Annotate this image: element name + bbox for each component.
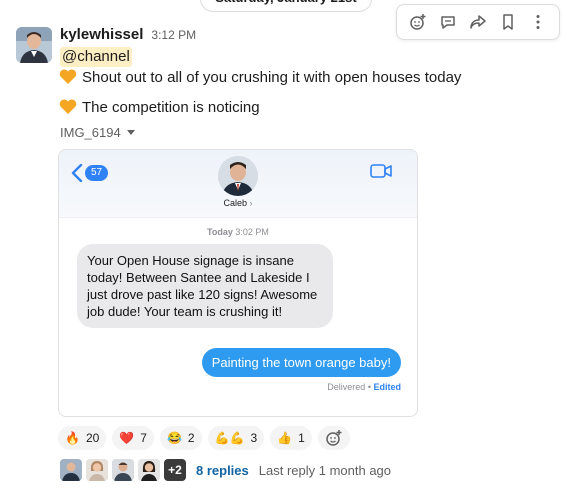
contact-name: Caleb ›	[59, 198, 417, 208]
edited-text: Edited	[373, 382, 401, 392]
add-reaction-icon[interactable]	[405, 9, 431, 35]
chevron-left-icon	[71, 164, 83, 182]
incoming-bubble: Your Open House signage is insane today!…	[77, 244, 333, 328]
message-text: The competition is noticing	[82, 98, 260, 116]
chevron-right-icon: ›	[249, 198, 253, 208]
thumbs-up-icon: 👍	[277, 431, 293, 445]
last-reply-text: Last reply 1 month ago	[258, 462, 392, 478]
reaction-joy[interactable]: 😂 2	[159, 426, 202, 450]
replies-link[interactable]: 8 replies	[196, 463, 249, 478]
username[interactable]: kylewhissel	[60, 26, 143, 43]
replier-avatar	[138, 459, 160, 481]
ios-chat-header: 57 Caleb ›	[59, 150, 417, 218]
reaction-count: 20	[85, 431, 100, 445]
unread-count-badge: 57	[85, 165, 109, 181]
laughing-icon: 😂	[166, 431, 182, 445]
reaction-count: 2	[187, 431, 195, 445]
replier-avatar	[86, 459, 108, 481]
message-line: The competition is noticing	[58, 97, 260, 117]
message-text: Shout out to all of you crushing it with…	[82, 68, 462, 86]
more-actions-icon[interactable]	[525, 9, 551, 35]
file-toggle[interactable]: IMG_6194	[60, 125, 135, 140]
flexed-biceps-icon: 💪💪	[214, 431, 245, 445]
reply-in-thread-icon[interactable]	[435, 9, 461, 35]
reaction-muscle[interactable]: 💪💪 3	[207, 426, 265, 450]
contact-name-text: Caleb	[223, 198, 247, 208]
message-timestamp[interactable]: 3:12 PM	[151, 28, 196, 42]
reaction-heart[interactable]: ❤️ 7	[112, 426, 154, 450]
reaction-fire[interactable]: 🔥 20	[58, 426, 107, 450]
timestamp-day: Today	[207, 227, 233, 237]
date-divider[interactable]: Saturday, January 21st	[200, 0, 372, 12]
delivered-text: Delivered	[327, 382, 366, 392]
fire-icon: 🔥	[65, 431, 80, 445]
caret-down-icon	[126, 129, 135, 135]
timestamp-time: 3:02 PM	[235, 227, 269, 237]
message-line: Shout out to all of you crushing it with…	[58, 67, 461, 87]
message-actions-toolbar	[396, 4, 560, 40]
contact-avatar	[218, 156, 258, 196]
reaction-thumbsup[interactable]: 👍 1	[270, 426, 312, 450]
ios-timestamp: Today 3:02 PM	[59, 227, 417, 237]
reaction-count: 3	[250, 431, 258, 445]
file-name: IMG_6194	[60, 125, 121, 140]
avatar[interactable]	[16, 27, 52, 63]
image-attachment[interactable]: 57 Caleb › Today 3:02 PM Your Open House…	[58, 149, 418, 417]
more-repliers-count: +2	[164, 459, 186, 481]
channel-mention[interactable]: @channel	[60, 47, 132, 67]
thread-summary[interactable]: +2 8 replies Last reply 1 month ago	[60, 459, 391, 481]
bookmark-icon[interactable]	[495, 9, 521, 35]
orange-heart-icon	[59, 99, 77, 114]
red-heart-icon: ❤️	[119, 431, 135, 445]
outgoing-bubble: Painting the town orange baby!	[201, 348, 401, 377]
video-call-icon	[370, 164, 392, 178]
reactions-bar: 🔥 20 ❤️ 7 😂 2 💪💪 3 👍 1	[58, 426, 350, 450]
reaction-count: 1	[298, 431, 305, 445]
add-reaction-icon	[326, 430, 342, 446]
orange-heart-icon	[59, 69, 77, 84]
forward-icon[interactable]	[465, 9, 491, 35]
delivery-status: Delivered • Edited	[327, 382, 401, 392]
add-reaction-button[interactable]	[317, 426, 350, 450]
reaction-count: 7	[140, 431, 147, 445]
replier-avatar	[60, 459, 82, 481]
replier-avatar	[112, 459, 134, 481]
message-header: kylewhissel 3:12 PM	[60, 26, 196, 43]
